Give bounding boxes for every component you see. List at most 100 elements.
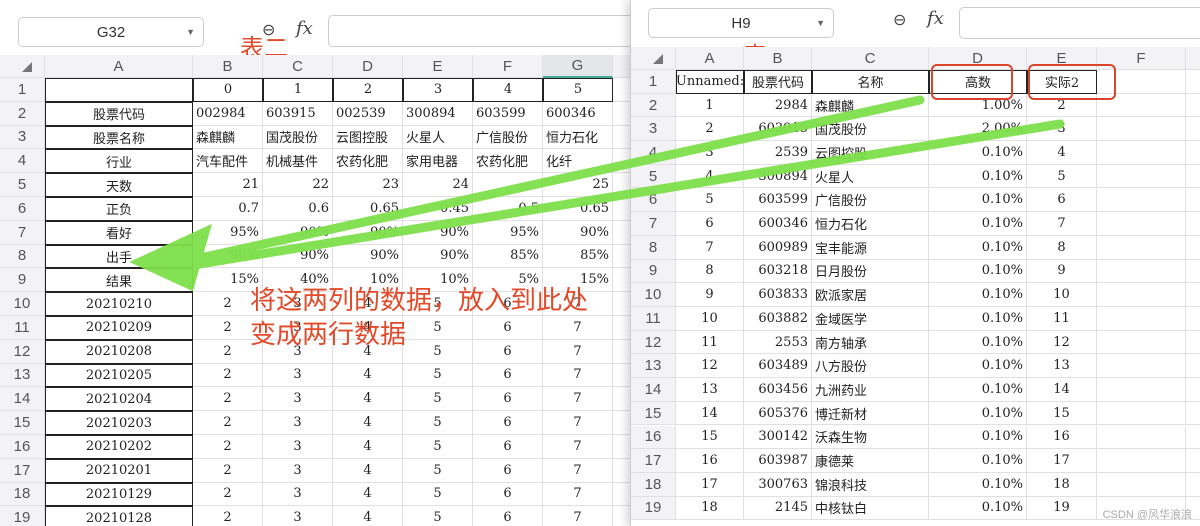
table-cell[interactable]: 0.65 <box>543 197 613 221</box>
table-cell[interactable] <box>1186 70 1200 94</box>
table-cell[interactable]: 5 <box>403 387 473 412</box>
fx-icon[interactable]: fx <box>296 18 313 39</box>
table-cell[interactable]: 7 <box>543 482 613 507</box>
table-cell[interactable]: 锦浪科技 <box>812 472 929 497</box>
table-cell[interactable]: 金域医学 <box>812 307 929 331</box>
table-cell[interactable] <box>1186 260 1200 284</box>
table-cell[interactable]: 0.10% <box>929 378 1027 402</box>
table-cell[interactable]: 90% <box>403 244 473 269</box>
table-cell[interactable]: 20210203 <box>45 411 193 435</box>
table-cell[interactable]: 603915 <box>263 101 333 126</box>
table-cell[interactable]: 12 <box>676 354 744 379</box>
table-cell[interactable]: 10 <box>1027 283 1097 307</box>
table-cell[interactable]: 600346 <box>744 212 812 236</box>
table-cell[interactable] <box>1186 331 1200 355</box>
table-cell[interactable]: 20210205 <box>45 363 193 388</box>
table-cell[interactable]: 云图控股 <box>812 141 929 165</box>
table-cell[interactable] <box>1097 449 1186 473</box>
table-cell[interactable]: 0 <box>193 78 263 102</box>
table-cell[interactable]: 火星人 <box>812 164 929 189</box>
column-header-b[interactable]: B <box>744 47 812 70</box>
table-cell[interactable]: 6 <box>473 435 543 459</box>
table-cell[interactable]: 0.10% <box>929 330 1027 355</box>
table-cell[interactable]: 3 <box>263 411 333 435</box>
table-cell[interactable]: 2 <box>193 387 263 412</box>
table-cell[interactable] <box>1186 189 1200 213</box>
table-cell[interactable]: 0.10% <box>929 259 1027 284</box>
table-cell[interactable]: 24 <box>403 173 473 197</box>
table-cell[interactable]: 14 <box>676 401 744 426</box>
table-cell[interactable]: 7 <box>543 363 613 388</box>
table-cell[interactable]: 20210129 <box>45 482 193 507</box>
table-cell[interactable]: 17 <box>1027 449 1097 473</box>
table-cell[interactable] <box>1097 354 1186 379</box>
table-cell[interactable]: 5 <box>403 363 473 388</box>
table-cell[interactable]: 沃森生物 <box>812 425 929 450</box>
row-header[interactable]: 16 <box>0 435 45 459</box>
table-cell[interactable] <box>1186 378 1200 402</box>
row-header[interactable]: 8 <box>0 244 45 269</box>
row-header[interactable]: 5 <box>0 173 45 197</box>
table-cell[interactable]: 8 <box>1027 235 1097 260</box>
table-cell[interactable]: 2 <box>193 482 263 507</box>
table-cell[interactable] <box>1097 259 1186 284</box>
table-cell[interactable] <box>1097 117 1186 142</box>
table-cell[interactable]: 农药化肥 <box>473 149 543 174</box>
table-cell[interactable]: 3 <box>263 435 333 459</box>
table-cell[interactable] <box>1186 354 1200 379</box>
table-cell[interactable]: 宝丰能源 <box>812 235 929 260</box>
row-header[interactable]: 2 <box>0 101 45 126</box>
formula-bar[interactable] <box>959 7 1200 39</box>
name-box[interactable]: G32 ▼ <box>18 17 204 47</box>
table-cell[interactable]: 20210204 <box>45 387 193 412</box>
table-cell[interactable]: 25 <box>543 173 613 197</box>
column-header-extra[interactable] <box>1186 47 1200 70</box>
row-header[interactable]: 4 <box>0 149 45 174</box>
table-cell[interactable]: 002539 <box>333 101 403 126</box>
table-cell[interactable] <box>1186 94 1200 118</box>
table-cell[interactable]: 13 <box>676 378 744 402</box>
row-header[interactable]: 16 <box>631 425 676 450</box>
column-header-c[interactable]: C <box>263 55 333 78</box>
table-cell[interactable] <box>1186 236 1200 260</box>
table-cell[interactable] <box>1186 402 1200 426</box>
table-cell[interactable]: 0.10% <box>929 283 1027 307</box>
table-cell[interactable]: 6 <box>473 363 543 388</box>
table-cell[interactable]: 中核钛白 <box>812 496 929 521</box>
table-cell[interactable]: 7 <box>676 235 744 260</box>
table-cell[interactable]: 603599 <box>744 188 812 213</box>
table-cell[interactable]: 出手 <box>45 244 193 269</box>
table-cell[interactable]: 7 <box>543 411 613 435</box>
table-cell[interactable]: 3 <box>263 458 333 483</box>
table-cell[interactable]: 0.5 <box>473 197 543 221</box>
table-cell[interactable]: 广信股份 <box>812 188 929 213</box>
table-cell[interactable]: 4 <box>473 78 543 102</box>
table-cell[interactable]: 95% <box>193 220 263 245</box>
table-cell[interactable]: 21 <box>193 173 263 197</box>
table-cell[interactable]: 火星人 <box>403 125 473 150</box>
table-cell[interactable] <box>1097 401 1186 426</box>
table-cell[interactable]: 7 <box>543 458 613 483</box>
table-cell[interactable]: 5 <box>403 482 473 507</box>
table-cell[interactable]: 20210208 <box>45 339 193 364</box>
column-header-d[interactable]: D <box>333 55 403 78</box>
table-cell[interactable]: 300763 <box>744 472 812 497</box>
table-cell[interactable]: 2 <box>193 411 263 435</box>
table-cell[interactable]: 0.6 <box>263 197 333 221</box>
table-cell[interactable] <box>1186 165 1200 189</box>
table-cell[interactable]: 云图控股 <box>333 125 403 150</box>
table-cell[interactable]: 广信股份 <box>473 125 543 150</box>
row-header[interactable]: 1 <box>631 70 676 94</box>
row-header[interactable]: 11 <box>631 307 676 331</box>
table-cell[interactable]: 4 <box>333 411 403 435</box>
table-cell[interactable] <box>1097 330 1186 355</box>
table-cell[interactable] <box>473 173 543 197</box>
table-cell[interactable]: 90% <box>263 244 333 269</box>
fx-icon[interactable]: fx <box>927 8 944 29</box>
table-cell[interactable]: 0.10% <box>929 212 1027 236</box>
table-cell[interactable]: 17 <box>676 472 744 497</box>
table-cell[interactable]: 国茂股份 <box>263 125 333 150</box>
table-cell[interactable]: 0.10% <box>929 401 1027 426</box>
column-header-a[interactable]: A <box>45 55 193 78</box>
row-header[interactable]: 7 <box>0 220 45 245</box>
